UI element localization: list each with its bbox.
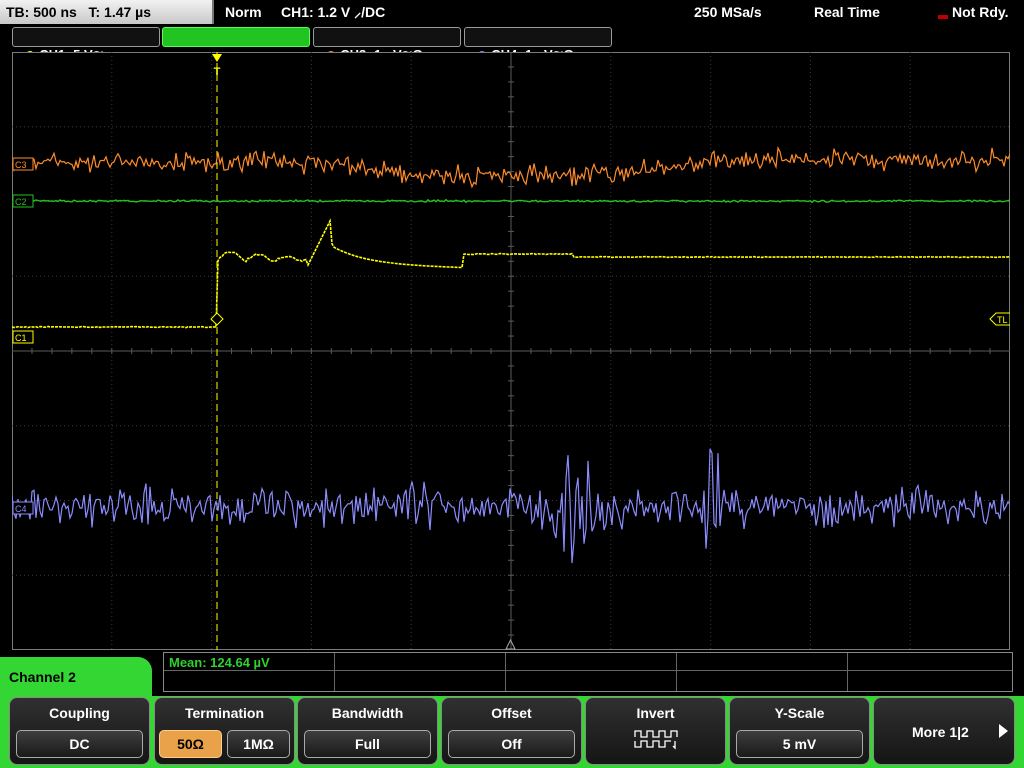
c4-marker[interactable]: C4 — [12, 501, 34, 515]
offset-value[interactable]: Off — [448, 730, 575, 758]
more-label: More 1|2 — [912, 724, 969, 740]
coupling-value[interactable]: DC — [16, 730, 143, 758]
status-bar: TB: 500 ns T: 1.47 µs Norm CH1: 1.2 V ⸝/… — [0, 0, 1024, 24]
termination-softkey[interactable]: Termination 50Ω 1MΩ — [154, 697, 295, 765]
trigger-time-value: T: 1.47 µs — [88, 4, 152, 20]
channel-tab-ch1[interactable]: CH1: 5 V≅ — [12, 27, 160, 62]
acquisition-mode[interactable]: Real Time — [814, 0, 880, 24]
c2-marker[interactable]: C2 — [12, 194, 34, 208]
bandwidth-softkey[interactable]: Bandwidth Full — [297, 697, 438, 765]
mean-measurement: Mean: 124.64 µV — [169, 655, 270, 670]
trigger-marker-label: T — [214, 66, 221, 78]
next-page-arrow-icon — [999, 724, 1008, 738]
termination-1mohm-option[interactable]: 1MΩ — [227, 730, 290, 758]
trigger-source[interactable]: CH1: 1.2 V ⸝/DC — [281, 0, 385, 24]
channel-tab-ch2[interactable]: CH2: 5 mV≅Ω — [162, 27, 310, 62]
measurement-divider — [505, 653, 506, 691]
ready-state: Not Rdy. — [938, 0, 1009, 24]
termination-title: Termination — [184, 705, 265, 721]
timebase-value: TB: 500 ns — [6, 4, 77, 20]
waveform-display[interactable]: T C3 C2 C1 C4 TL — [12, 52, 1010, 650]
invert-softkey[interactable]: Invert — [585, 697, 726, 765]
coupling-softkey[interactable]: Coupling DC — [9, 697, 150, 765]
svg-text:TL: TL — [997, 315, 1008, 325]
c1-marker[interactable]: C1 — [12, 330, 34, 344]
yscale-title: Y-Scale — [774, 705, 825, 721]
yscale-softkey[interactable]: Y-Scale 5 mV — [729, 697, 870, 765]
svg-text:C2: C2 — [15, 197, 27, 207]
measurement-divider — [164, 670, 1012, 671]
coupling-title: Coupling — [49, 705, 110, 721]
measurement-divider — [334, 653, 335, 691]
svg-text:C3: C3 — [15, 160, 27, 170]
timebase-box[interactable]: TB: 500 ns T: 1.47 µs — [0, 0, 214, 24]
invert-title: Invert — [636, 705, 675, 721]
offset-title: Offset — [491, 705, 532, 721]
measurement-divider — [847, 653, 848, 691]
trigger-mode[interactable]: Norm — [225, 0, 262, 24]
measurement-divider — [676, 653, 677, 691]
menu-title: Channel 2 — [0, 657, 152, 698]
channel-tab-ch3[interactable]: CH3: 1mV≅Ω — [313, 27, 461, 62]
offset-softkey[interactable]: Offset Off — [441, 697, 582, 765]
svg-text:C4: C4 — [15, 504, 27, 514]
bandwidth-value[interactable]: Full — [304, 730, 431, 758]
more-softkey[interactable]: More 1|2 — [873, 697, 1015, 765]
invert-waveform-icon — [634, 730, 678, 750]
measurement-panel[interactable]: Mean: 124.64 µV — [163, 652, 1013, 692]
c3-marker[interactable]: C3 — [12, 157, 34, 171]
channel-tab-ch4[interactable]: CH4: 1mV≅Ω — [464, 27, 612, 62]
yscale-value[interactable]: 5 mV — [736, 730, 863, 758]
termination-50ohm-option[interactable]: 50Ω — [159, 730, 222, 758]
svg-text:C1: C1 — [15, 333, 27, 343]
bandwidth-title: Bandwidth — [331, 705, 404, 721]
sample-rate: 250 MSa/s — [694, 4, 762, 20]
